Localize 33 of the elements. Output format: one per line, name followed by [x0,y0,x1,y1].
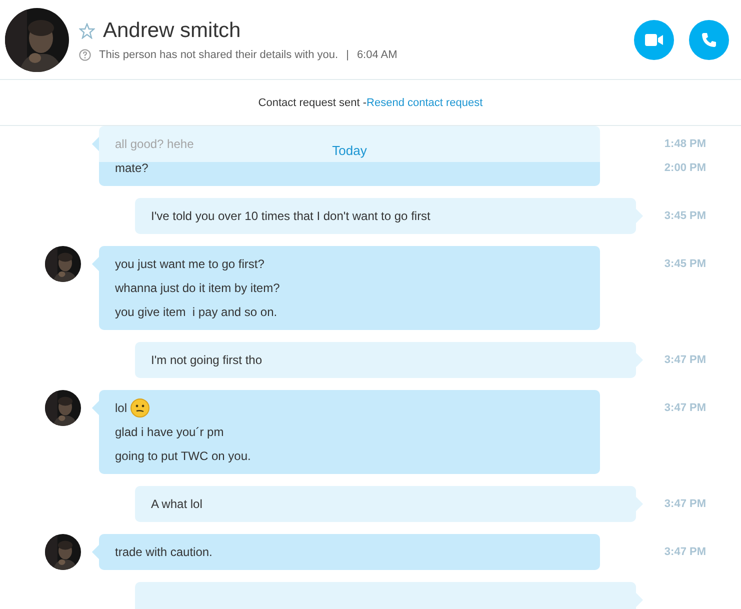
message-text: lol [115,401,128,415]
request-status: Contact request sent - [258,96,367,108]
message-time: 3:45 PM [663,257,706,272]
message-text: all good? hehe [115,137,194,151]
message-text: you just want me to go first? [115,257,264,271]
message-text: glad i have you´r pm [115,425,224,439]
phone-icon [701,32,717,48]
message-text: A what lol [151,497,202,511]
message-time: 3:45 PM [663,209,706,224]
message-time: 3:47 PM [663,401,706,416]
message-time: 2:00 PM [663,161,706,176]
local-time: 6:04 AM [356,48,398,60]
video-camera-icon [645,34,663,46]
video-call-button[interactable] [634,20,674,60]
resend-request-link[interactable]: Resend contact request [366,96,483,108]
smiley-icon [130,398,150,418]
message-time: 3:47 PM [663,497,706,512]
call-button[interactable] [689,20,729,60]
message-text: mate? [115,161,148,175]
message-text: I've told you over 10 times that I don't want to go first [151,209,430,223]
message-text: trade with caution. [115,545,212,559]
message-text: going to put TWC on you. [115,449,251,463]
message-text: I'm not going first tho [151,353,262,367]
contact-status: This person has not shared their details with you. [99,48,338,60]
separator: | [346,48,349,60]
message-text: whanna just do it item by item? [115,281,280,295]
message-time: 3:47 PM [663,545,706,560]
message-time: 1:48 PM [663,137,706,152]
help-icon[interactable] [79,48,91,60]
contact-name: Andrew smitch [103,18,241,42]
message-text: you give item i pay and so on. [115,305,278,319]
message-time: 3:47 PM [663,353,706,368]
star-icon[interactable] [79,22,95,38]
